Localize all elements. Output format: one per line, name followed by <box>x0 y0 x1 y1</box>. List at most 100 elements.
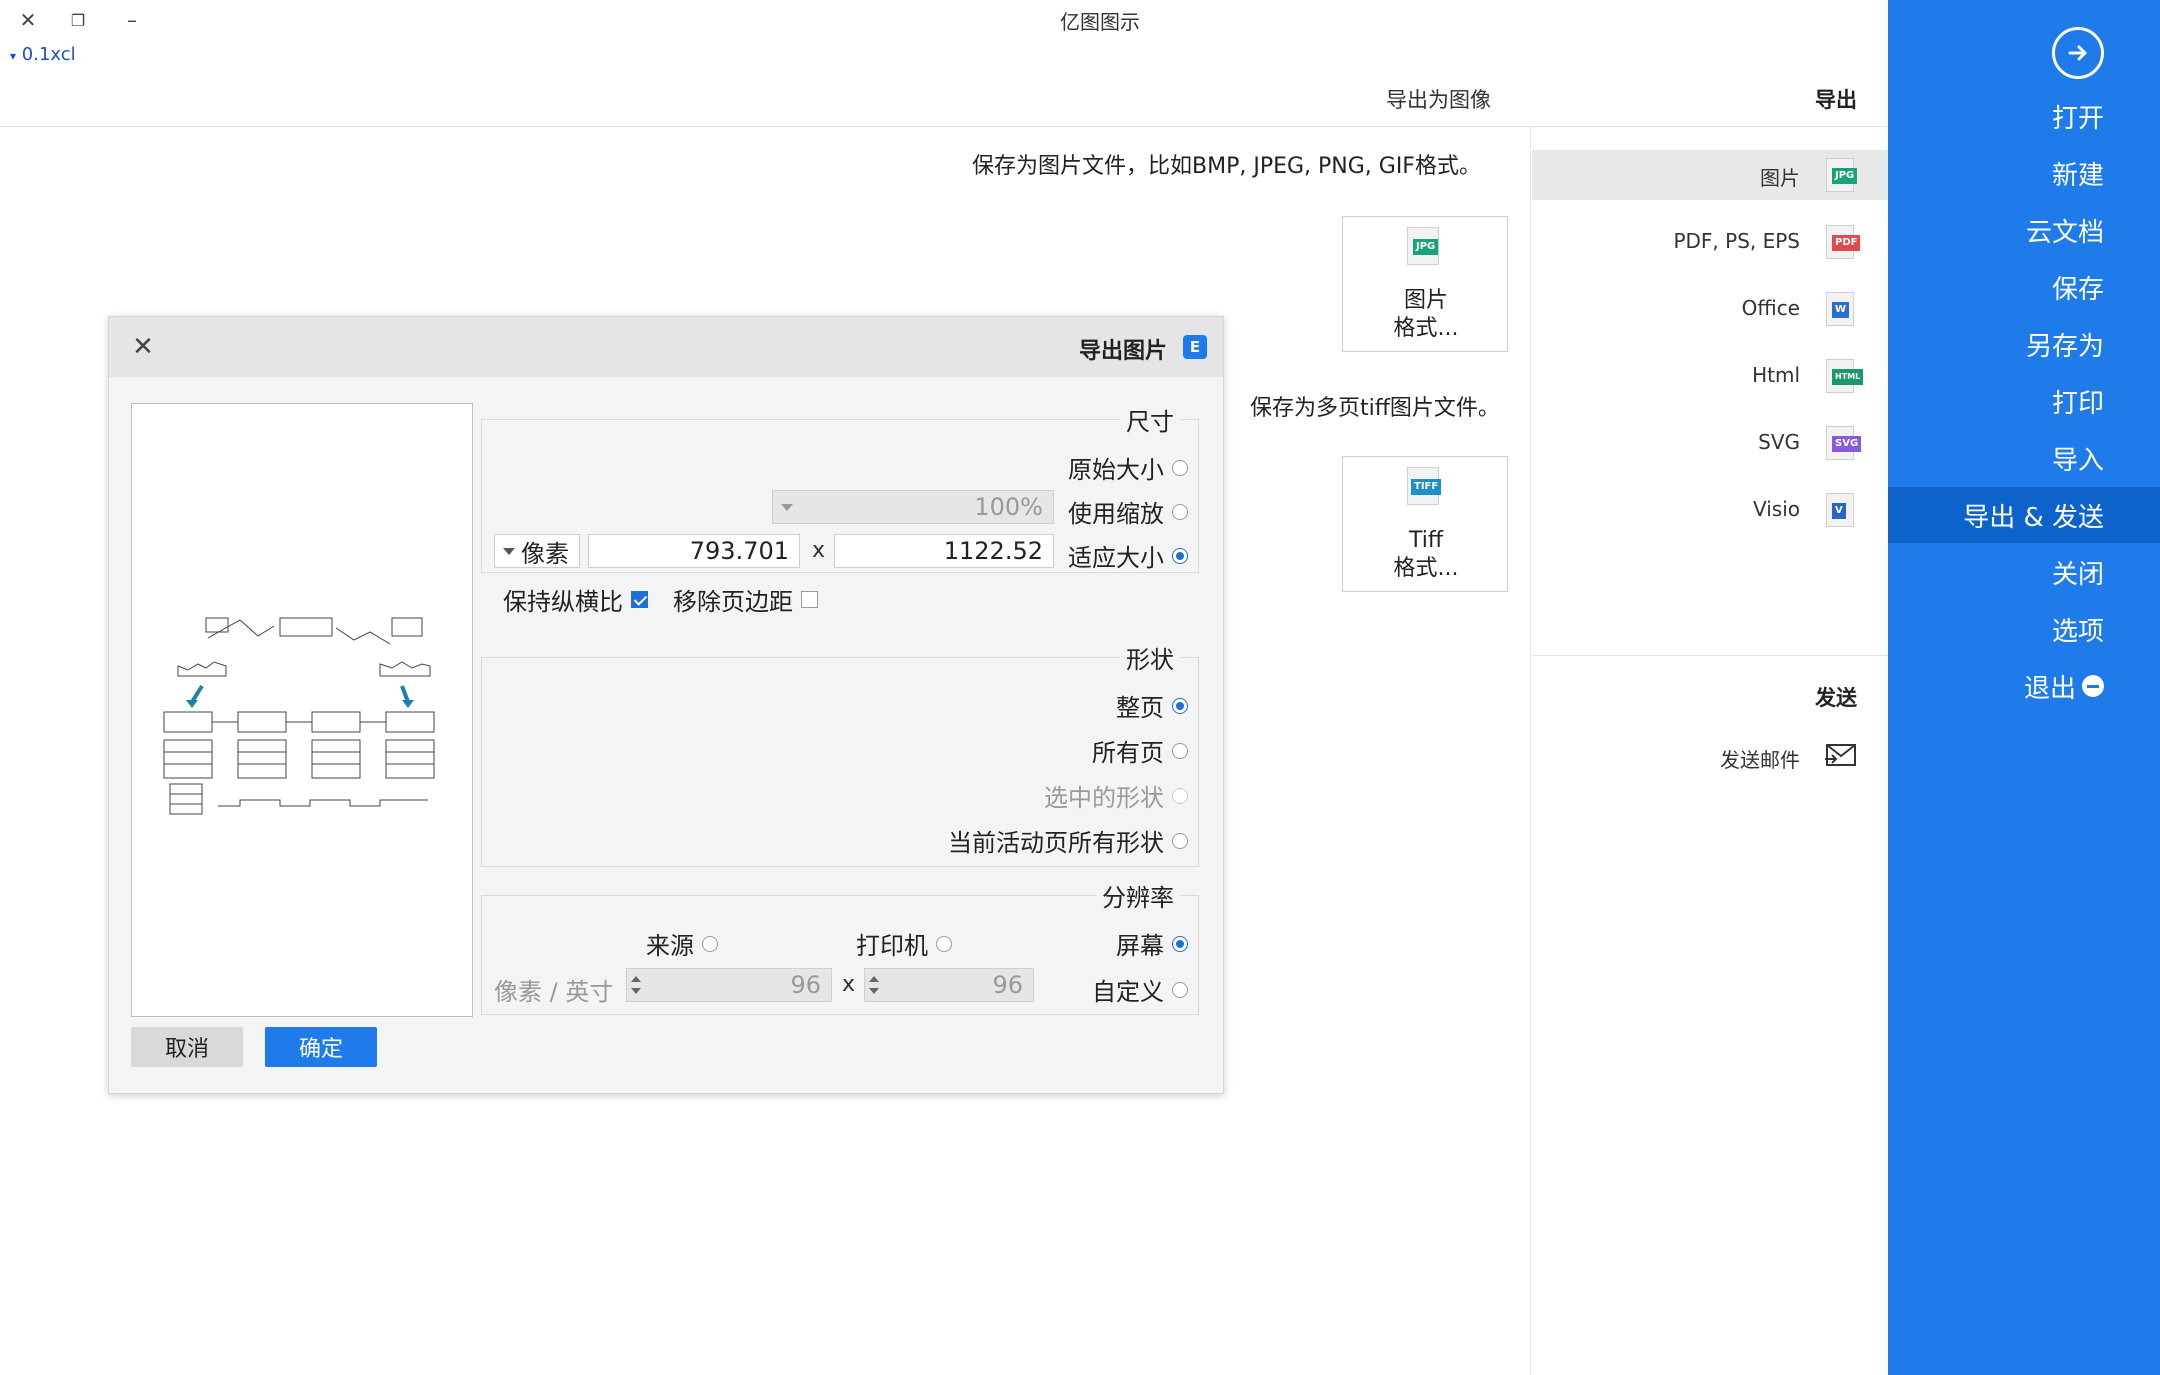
sidebar-item-new[interactable]: 新建 <box>1888 145 2160 201</box>
format-item-pdf[interactable]: PDF, PS, EPS PDF <box>1532 217 1888 267</box>
screen-option[interactable]: 屏幕 <box>1116 926 1188 961</box>
export-heading: 导出 <box>1815 88 1857 112</box>
sidebar-item-label: 关闭 <box>2051 559 2104 590</box>
sidebar-item-print[interactable]: 打印 <box>1888 373 2160 429</box>
dialog-title: 导出图片 <box>1078 339 1167 364</box>
close-window-button[interactable]: ✕ <box>8 4 48 36</box>
sidebar-item-open[interactable]: 打开 <box>1888 88 2160 144</box>
format-item-image[interactable]: 图片 JPG <box>1532 150 1888 200</box>
remove-margin-option[interactable]: 移除页边距 <box>673 582 818 617</box>
cancel-button[interactable]: 取消 <box>131 1027 243 1067</box>
zoom-select[interactable]: 100% <box>772 490 1054 524</box>
radio-button[interactable] <box>702 935 718 952</box>
printer-option[interactable]: 打印机 <box>856 926 952 961</box>
size-group: 尺寸 原始大小 使用缩放 100% 适应大小 1122.52 x 793.701… <box>481 402 1199 616</box>
fit-size-option[interactable]: 适应大小 <box>1068 538 1188 573</box>
format-item-svg[interactable]: SVG SVG <box>1532 418 1888 468</box>
sidebar-item-cloud-docs[interactable]: 云文档 <box>1888 202 2160 258</box>
chevron-down-icon <box>503 548 515 555</box>
html-tag: HTML <box>1832 369 1864 385</box>
custom-label: 自定义 <box>1092 978 1164 1006</box>
use-zoom-option[interactable]: 使用缩放 <box>1068 494 1188 529</box>
format-label: Html <box>1752 363 1800 387</box>
resolution-group-title: 分辨率 <box>1096 878 1180 913</box>
minimize-window-button[interactable]: – <box>112 4 152 36</box>
pdf-file-icon: PDF <box>1826 225 1861 261</box>
sidebar-item-import[interactable]: 导入 <box>1888 430 2160 486</box>
radio-button[interactable] <box>1172 787 1188 804</box>
word-file-icon: W <box>1826 292 1860 328</box>
format-label: SVG <box>1758 430 1800 454</box>
dpi-unit-label: 像素 / 英寸 <box>494 978 614 1006</box>
export-breadcrumb: 导出为图像 <box>1386 88 1491 112</box>
printer-label: 打印机 <box>856 932 928 960</box>
sidebar-item-save[interactable]: 保存 <box>1888 259 2160 315</box>
checkbox[interactable] <box>801 591 818 608</box>
format-item-html[interactable]: Html HTML <box>1532 351 1888 401</box>
use-zoom-label: 使用缩放 <box>1068 500 1164 528</box>
ok-button[interactable]: 确定 <box>265 1027 377 1067</box>
radio-button[interactable] <box>936 935 952 952</box>
edraw-logo-icon: E <box>1183 335 1207 359</box>
keep-ratio-option[interactable]: 保持纵横比 <box>503 582 648 617</box>
format-item-visio[interactable]: Visio V <box>1532 485 1888 535</box>
sidebar-item-save-as[interactable]: 另存为 <box>1888 316 2160 372</box>
radio-button[interactable] <box>1172 697 1188 714</box>
version-label: 0.1xcl <box>21 44 76 65</box>
tiff-format-card[interactable]: TIFF Tiff 格式... <box>1342 456 1508 592</box>
sidebar-item-exit[interactable]: 退出 <box>1888 658 2160 714</box>
source-option[interactable]: 来源 <box>646 926 718 961</box>
tiff-tag: TIFF <box>1411 479 1442 495</box>
zoom-value: 100% <box>974 493 1043 521</box>
image-format-card[interactable]: JPG 图片 格式... <box>1342 216 1508 352</box>
current-page-shapes-option[interactable]: 当前活动页所有形状 <box>948 823 1188 858</box>
spinner-icon[interactable] <box>631 973 641 999</box>
format-item-office[interactable]: Office W <box>1532 284 1888 334</box>
card-label-line2: 格式... <box>1393 556 1459 581</box>
radio-button[interactable] <box>1172 503 1188 520</box>
custom-option[interactable]: 自定义 <box>1092 972 1188 1007</box>
format-label: 图片 <box>1760 166 1800 190</box>
spinner-icon[interactable] <box>869 973 879 999</box>
times-separator: x <box>812 538 826 563</box>
visio-file-icon: V <box>1826 493 1860 529</box>
sidebar-item-label: 另存为 <box>2025 331 2104 362</box>
dialog-header: ✕ 导出图片 E <box>109 317 1223 377</box>
radio-button[interactable] <box>1172 742 1188 759</box>
radio-button[interactable] <box>1172 981 1188 998</box>
export-image-dialog: ✕ 导出图片 E 尺寸 原始大小 使用缩放 100% 适应大小 1122.52 … <box>108 316 1224 1094</box>
width-input[interactable]: 1122.52 <box>834 534 1054 568</box>
radio-button[interactable] <box>1172 459 1188 476</box>
chevron-down-icon: ▾ <box>10 49 17 63</box>
source-label: 来源 <box>646 932 694 960</box>
checkbox[interactable] <box>631 591 648 608</box>
dpi-y-input[interactable]: 96 <box>626 968 832 1002</box>
radio-button[interactable] <box>1172 832 1188 849</box>
send-heading: 发送 <box>1815 686 1857 710</box>
selected-shapes-option[interactable]: 选中的形状 <box>1044 778 1188 813</box>
original-size-option[interactable]: 原始大小 <box>1068 450 1188 485</box>
radio-button[interactable] <box>1172 935 1188 952</box>
resolution-group: 分辨率 屏幕 打印机 来源 自定义 96 x 96 像素 / 英寸 <box>481 878 1199 1015</box>
back-arrow-icon[interactable] <box>2052 27 2104 79</box>
sidebar-item-close[interactable]: 关闭 <box>1888 544 2160 600</box>
all-pages-option[interactable]: 所有页 <box>1092 733 1188 768</box>
format-label: Office <box>1741 296 1800 320</box>
shape-group-title: 形状 <box>1120 640 1180 675</box>
card-label-line1: 图片 <box>1403 288 1448 313</box>
sidebar-item-export-send[interactable]: 导出 & 发送 <box>1888 487 2160 543</box>
radio-button[interactable] <box>1172 547 1188 564</box>
sidebar-item-label: 选项 <box>2051 616 2104 647</box>
sidebar-item-label: 导出 & 发送 <box>1963 502 2104 533</box>
pdf-tag: PDF <box>1832 235 1861 251</box>
height-input[interactable]: 793.701 <box>588 534 800 568</box>
unit-select[interactable]: 像素 <box>494 534 580 568</box>
times-separator: x <box>842 972 856 997</box>
close-icon[interactable]: ✕ <box>127 331 159 363</box>
keep-ratio-label: 保持纵横比 <box>503 588 623 616</box>
version-dropdown[interactable]: ▾ 0.1xcl <box>10 44 76 65</box>
whole-page-option[interactable]: 整页 <box>1116 688 1188 723</box>
sidebar-item-options[interactable]: 选项 <box>1888 601 2160 657</box>
dpi-x-input[interactable]: 96 <box>864 968 1034 1002</box>
restore-window-button[interactable]: ❐ <box>58 4 98 36</box>
